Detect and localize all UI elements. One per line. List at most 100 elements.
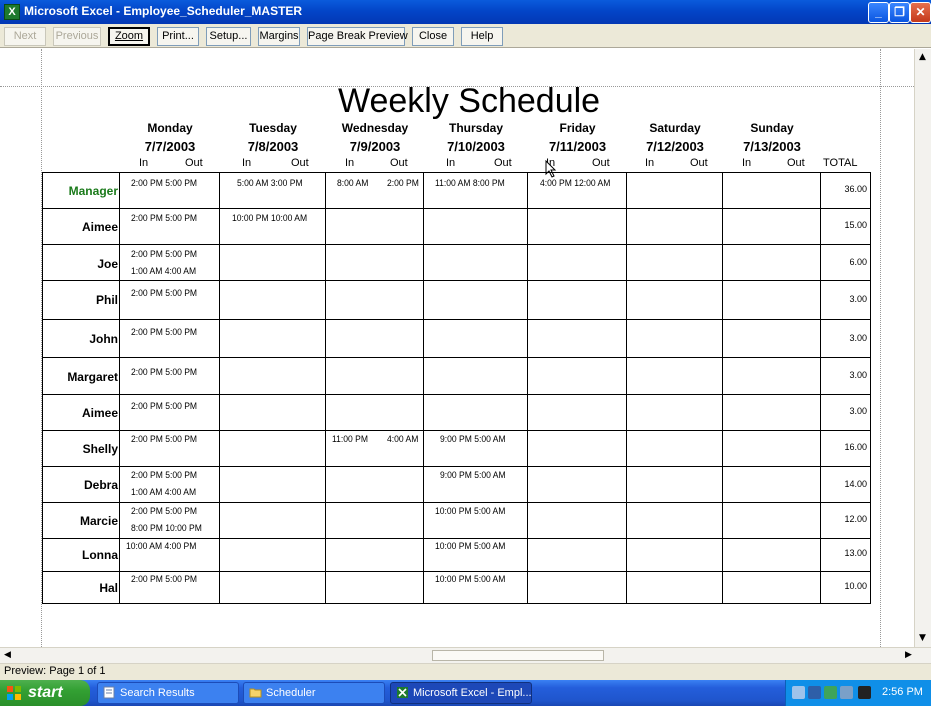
shift-time: 4:00 AM <box>387 434 419 444</box>
employee-name: Joe <box>97 257 118 271</box>
taskbar: start Search Results Scheduler Microsoft… <box>0 680 931 706</box>
zoom-button[interactable]: Zoom <box>108 27 150 46</box>
out-label: Out <box>494 157 512 169</box>
shift-time: 2:00 PM 5:00 PM <box>131 327 198 337</box>
day-name-saturday: Saturday <box>649 121 701 135</box>
employee-name: Aimee <box>81 406 118 420</box>
shift-time: 1:00 AM 4:00 AM <box>131 266 197 276</box>
employee-name: John <box>89 332 118 346</box>
page-break-preview-button[interactable]: Page Break Preview <box>307 27 408 46</box>
shift-time: 2:00 PM 5:00 PM <box>131 178 198 188</box>
minimize-icon: _ <box>875 5 882 19</box>
shift-time: 2:00 PM 5:00 PM <box>131 506 198 516</box>
display-icon[interactable] <box>808 686 821 699</box>
close-window-button[interactable]: ✕ <box>910 2 931 23</box>
scroll-up-icon[interactable]: ▲ <box>919 52 926 62</box>
out-label: Out <box>592 157 610 169</box>
shift-time: 11:00 AM 8:00 PM <box>435 178 505 188</box>
print-button[interactable]: Print... <box>157 27 199 46</box>
shift-time: 5:00 AM 3:00 PM <box>237 178 303 188</box>
start-label: start <box>28 684 63 701</box>
help-button[interactable]: Help <box>461 27 503 46</box>
network-icon[interactable] <box>792 686 805 699</box>
day-date-sunday: 7/13/2003 <box>743 139 801 154</box>
out-label: Out <box>390 157 408 169</box>
in-label: In <box>242 157 252 169</box>
day-date-monday: 7/7/2003 <box>144 139 196 154</box>
shift-time: 8:00 AM <box>337 178 369 188</box>
minimize-button[interactable]: _ <box>868 2 889 23</box>
windows-logo-icon <box>7 686 21 700</box>
shift-time: 10:00 PM 5:00 AM <box>435 574 506 584</box>
document-search-icon <box>103 686 115 699</box>
previous-button[interactable]: Previous <box>53 27 101 46</box>
employee-name: Shelly <box>82 442 118 456</box>
next-button[interactable]: Next <box>4 27 46 46</box>
shift-time: 2:00 PM 5:00 PM <box>131 470 198 480</box>
day-name-wednesday: Wednesday <box>341 121 409 135</box>
restore-button[interactable]: ❐ <box>889 2 910 23</box>
row-total: 36.00 <box>844 184 867 194</box>
shift-time: 10:00 PM 5:00 AM <box>435 541 506 551</box>
setup-button[interactable]: Setup... <box>206 27 251 46</box>
shift-time: 10:00 PM 10:00 AM <box>232 213 308 223</box>
in-label: In <box>645 157 655 169</box>
window-title: Microsoft Excel - Employee_Scheduler_MAS… <box>24 4 303 18</box>
shift-time: 10:00 AM 4:00 PM <box>126 541 197 551</box>
row-total: 6.00 <box>849 257 867 267</box>
task-label: Scheduler <box>266 687 316 699</box>
page-margin-right <box>880 49 881 647</box>
horizontal-scrollbar[interactable]: ◀ ▶ <box>0 647 931 663</box>
row-total: 3.00 <box>849 370 867 380</box>
in-label: In <box>345 157 355 169</box>
margins-button[interactable]: Margins <box>258 27 300 46</box>
scroll-right-icon[interactable]: ▶ <box>905 650 912 660</box>
row-total: 3.00 <box>849 333 867 343</box>
shift-time: 2:00 PM 5:00 PM <box>131 249 198 259</box>
schedule-grid: Manager 2:00 PM 5:00 PM 5:00 AM 3:00 PM … <box>42 172 871 604</box>
employee-name: Phil <box>95 293 118 307</box>
row-total: 14.00 <box>844 479 867 489</box>
shift-time: 9:00 PM 5:00 AM <box>440 470 506 480</box>
shift-time: 11:00 PM <box>332 434 368 444</box>
horizontal-scroll-thumb[interactable] <box>432 650 604 661</box>
day-name-sunday: Sunday <box>750 121 794 135</box>
shift-time: 2:00 PM <box>387 178 419 188</box>
in-label: In <box>742 157 752 169</box>
row-total: 12.00 <box>844 514 867 524</box>
taskbar-item-search-results[interactable]: Search Results <box>97 682 239 704</box>
excel-icon[interactable]: X <box>4 4 20 20</box>
print-preview-toolbar: Next Previous Zoom Print... Setup... Mar… <box>0 24 931 48</box>
employee-name: Manager <box>68 184 118 198</box>
out-label: Out <box>690 157 708 169</box>
scroll-left-icon[interactable]: ◀ <box>4 650 11 660</box>
bluetooth-icon[interactable] <box>840 686 853 699</box>
close-preview-button[interactable]: Close <box>412 27 454 46</box>
in-label: In <box>446 157 456 169</box>
day-date-tuesday: 7/8/2003 <box>247 139 299 154</box>
in-label: In <box>139 157 149 169</box>
total-header: TOTAL <box>823 157 858 169</box>
start-button[interactable]: start <box>0 680 90 706</box>
day-name-thursday: Thursday <box>448 121 503 135</box>
battery-icon[interactable] <box>858 686 871 699</box>
scroll-down-icon[interactable]: ▼ <box>919 633 926 643</box>
vertical-scrollbar[interactable]: ▲ ▼ <box>914 49 931 647</box>
shift-time: 8:00 PM 10:00 PM <box>131 523 202 533</box>
status-bar: Preview: Page 1 of 1 <box>0 663 931 680</box>
taskbar-item-excel[interactable]: Microsoft Excel - Empl... <box>390 682 532 704</box>
close-icon: ✕ <box>915 5 926 19</box>
shift-time: 10:00 PM 5:00 AM <box>435 506 506 516</box>
clock[interactable]: 2:56 PM <box>882 686 923 698</box>
shift-time: 9:00 PM 5:00 AM <box>440 434 506 444</box>
day-date-friday: 7/11/2003 <box>548 139 607 154</box>
restore-icon: ❐ <box>894 5 905 19</box>
security-icon[interactable] <box>824 686 837 699</box>
row-total: 3.00 <box>849 406 867 416</box>
taskbar-item-scheduler[interactable]: Scheduler <box>243 682 385 704</box>
shift-time: 2:00 PM 5:00 PM <box>131 213 198 223</box>
shift-time: 4:00 PM 12:00 AM <box>540 178 611 188</box>
day-date-wednesday: 7/9/2003 <box>349 139 401 154</box>
task-label: Microsoft Excel - Empl... <box>413 687 532 699</box>
employee-name: Marcie <box>79 514 118 528</box>
